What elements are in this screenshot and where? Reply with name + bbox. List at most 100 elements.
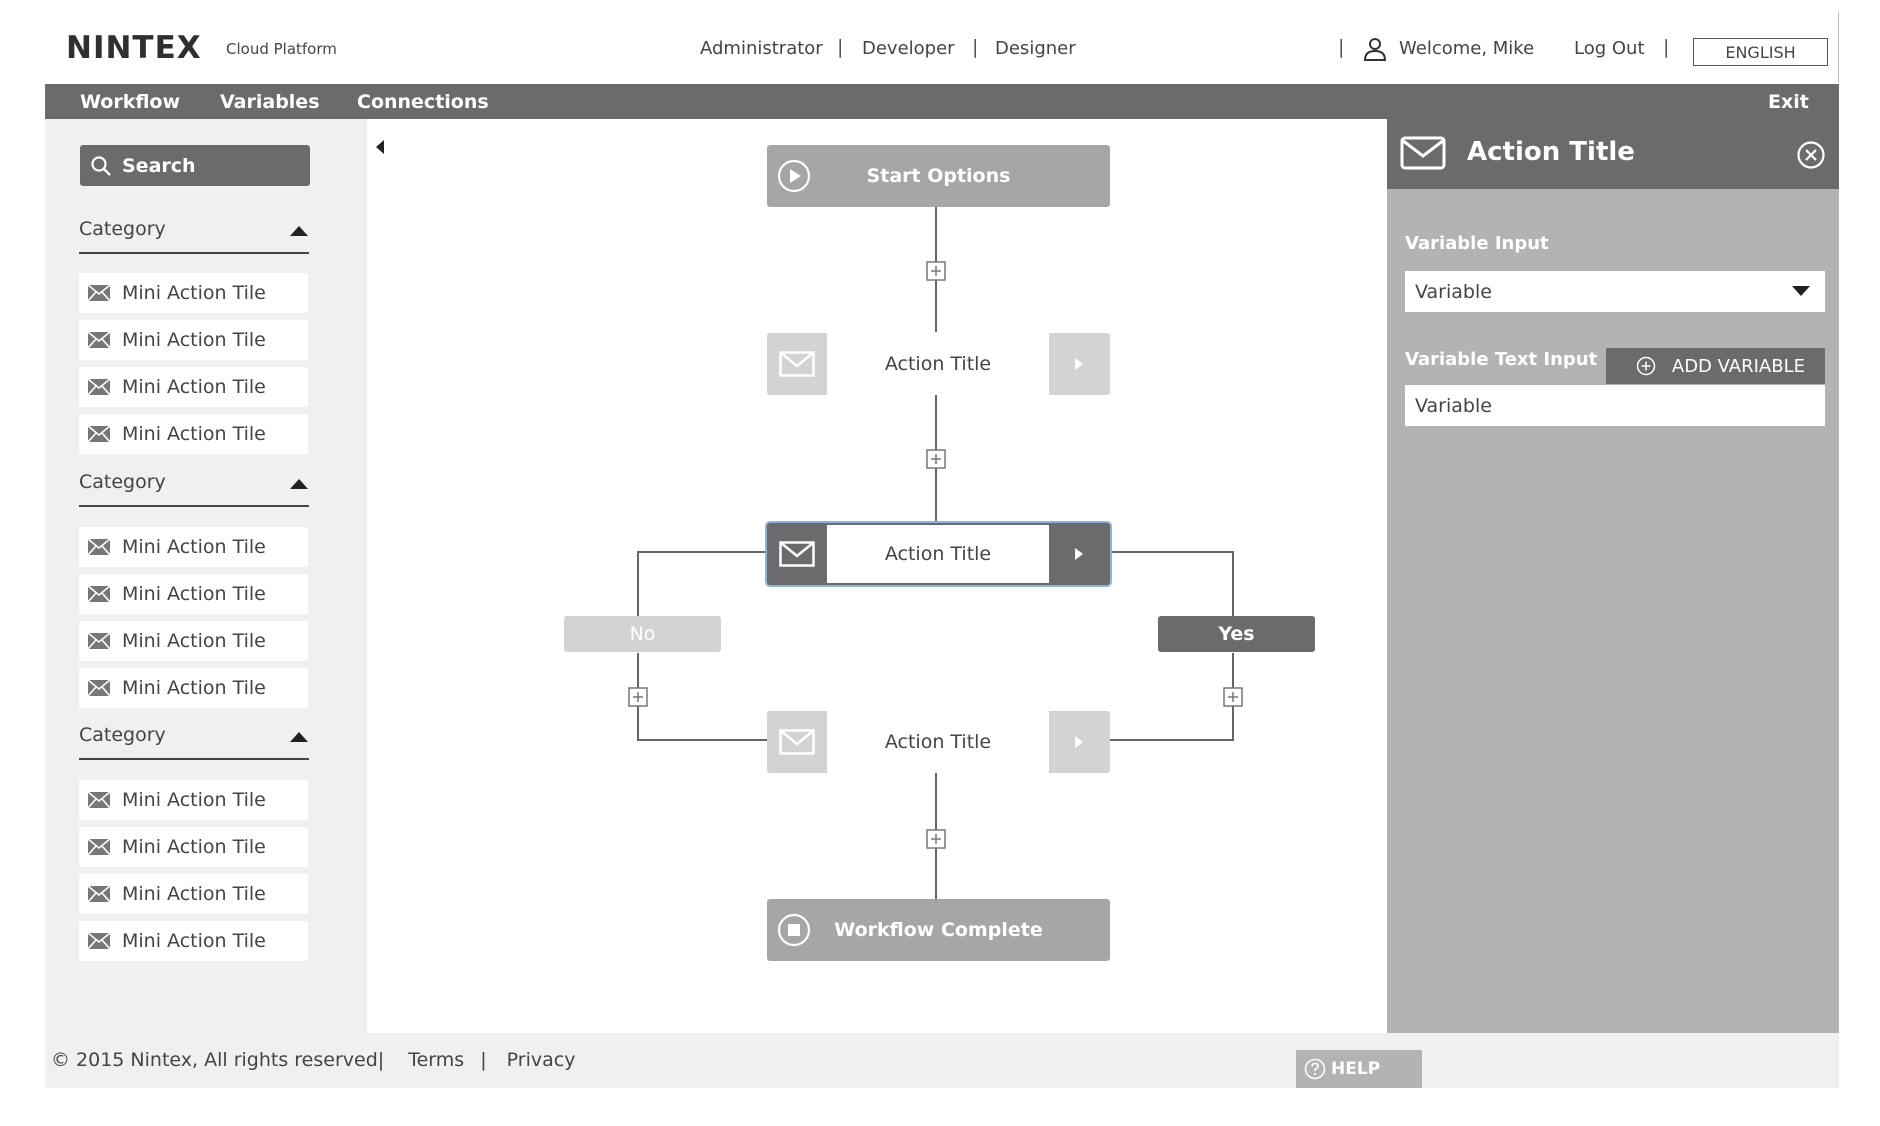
expand-arrow-icon[interactable]: [1072, 734, 1086, 750]
envelope-icon: [88, 426, 110, 442]
envelope-icon: [88, 285, 110, 301]
category-header[interactable]: Category: [79, 218, 166, 240]
search-input[interactable]: Search: [80, 145, 310, 186]
collapse-triangle-icon[interactable]: [290, 732, 308, 742]
nav-separator: |: [1338, 36, 1345, 58]
add-step-icon[interactable]: [926, 829, 946, 849]
envelope-icon: [88, 586, 110, 602]
expand-arrow-icon[interactable]: [1072, 356, 1086, 372]
variable-text-label: Variable Text Input: [1405, 349, 1598, 370]
mini-action-tile[interactable]: Mini Action Tile: [79, 574, 308, 614]
add-step-icon[interactable]: [628, 687, 648, 707]
mini-action-tile[interactable]: Mini Action Tile: [79, 527, 308, 567]
envelope-icon: [779, 729, 815, 755]
add-step-icon[interactable]: [926, 449, 946, 469]
mini-action-tile[interactable]: Mini Action Tile: [79, 780, 308, 820]
tile-label: Mini Action Tile: [122, 930, 266, 952]
mini-action-tile[interactable]: Mini Action Tile: [79, 320, 308, 360]
mini-action-tile[interactable]: Mini Action Tile: [79, 621, 308, 661]
envelope-icon: [88, 792, 110, 808]
plus-circle-icon: [1636, 356, 1656, 376]
collapse-triangle-icon[interactable]: [290, 226, 308, 236]
mini-action-tile[interactable]: Mini Action Tile: [79, 921, 308, 961]
start-options-node[interactable]: Start Options: [767, 145, 1110, 207]
tile-label: Mini Action Tile: [122, 583, 266, 605]
expand-arrow-icon[interactable]: [1072, 546, 1086, 562]
branch-yes-label[interactable]: Yes: [1158, 616, 1315, 652]
menu-variables[interactable]: Variables: [220, 91, 320, 113]
mini-action-tile[interactable]: Mini Action Tile: [79, 273, 308, 313]
footer-separator: |: [480, 1049, 487, 1071]
nintex-logo: NINTEX: [66, 30, 202, 66]
action-node-selected[interactable]: Action Title: [767, 523, 1110, 585]
envelope-icon: [88, 933, 110, 949]
workflow-complete-label: Workflow Complete: [834, 919, 1043, 941]
envelope-icon: [1400, 136, 1446, 170]
tile-label: Mini Action Tile: [122, 329, 266, 351]
nav-designer[interactable]: Designer: [995, 38, 1076, 59]
logout-link[interactable]: Log Out: [1574, 38, 1645, 59]
nav-administrator[interactable]: Administrator: [700, 38, 823, 59]
tile-label: Mini Action Tile: [122, 883, 266, 905]
tile-label: Mini Action Tile: [122, 536, 266, 558]
mini-action-tile[interactable]: Mini Action Tile: [79, 668, 308, 708]
variable-select[interactable]: Variable: [1405, 271, 1825, 312]
nav-developer[interactable]: Developer: [862, 38, 955, 59]
search-icon: [91, 156, 111, 176]
terms-link[interactable]: Terms: [408, 1049, 464, 1071]
envelope-icon: [88, 839, 110, 855]
category-header[interactable]: Category: [79, 471, 166, 493]
tile-label: Mini Action Tile: [122, 677, 266, 699]
tile-label: Mini Action Tile: [122, 282, 266, 304]
category-divider: [79, 758, 309, 760]
help-button[interactable]: HELP: [1296, 1050, 1422, 1088]
add-variable-button[interactable]: ADD VARIABLE: [1606, 348, 1825, 384]
category-divider: [79, 505, 309, 507]
mini-action-tile[interactable]: Mini Action Tile: [79, 827, 308, 867]
add-step-icon[interactable]: [926, 261, 946, 281]
action-title: Action Title: [884, 543, 992, 565]
mini-action-tile[interactable]: Mini Action Tile: [79, 874, 308, 914]
envelope-icon: [88, 332, 110, 348]
start-options-label: Start Options: [866, 165, 1011, 187]
category-header[interactable]: Category: [79, 724, 166, 746]
header-divider: [1838, 12, 1839, 82]
action-node[interactable]: Action Title: [767, 333, 1110, 395]
tile-label: Mini Action Tile: [122, 630, 266, 652]
envelope-icon: [88, 680, 110, 696]
nav-separator: |: [1663, 36, 1670, 58]
tile-label: Mini Action Tile: [122, 789, 266, 811]
nav-separator: |: [972, 36, 979, 58]
variable-text-input[interactable]: Variable: [1405, 385, 1825, 426]
mini-action-tile[interactable]: Mini Action Tile: [79, 367, 308, 407]
collapse-triangle-icon[interactable]: [290, 479, 308, 489]
envelope-icon: [779, 351, 815, 377]
tile-label: Mini Action Tile: [122, 836, 266, 858]
privacy-link[interactable]: Privacy: [507, 1049, 576, 1071]
workflow-complete-node[interactable]: Workflow Complete: [767, 899, 1110, 961]
branch-no-label[interactable]: No: [564, 616, 721, 652]
action-title: Action Title: [884, 353, 992, 375]
menu-workflow[interactable]: Workflow: [80, 91, 180, 113]
properties-panel: [1387, 119, 1839, 1033]
menu-connections[interactable]: Connections: [357, 91, 489, 113]
help-label: HELP: [1331, 1059, 1381, 1079]
action-title: Action Title: [884, 731, 992, 753]
language-button[interactable]: ENGLISH: [1693, 38, 1828, 66]
user-icon: [1363, 38, 1387, 61]
envelope-icon: [88, 539, 110, 555]
action-node[interactable]: Action Title: [767, 711, 1110, 773]
envelope-icon: [88, 633, 110, 649]
exit-button[interactable]: Exit: [1768, 91, 1809, 113]
chevron-down-icon[interactable]: [1792, 286, 1810, 296]
mini-action-tile[interactable]: Mini Action Tile: [79, 414, 308, 454]
tile-label: Mini Action Tile: [122, 423, 266, 445]
help-icon: [1304, 1058, 1326, 1080]
action-node-body: Action Title: [827, 525, 1049, 583]
welcome-text: Welcome, Mike: [1399, 38, 1535, 59]
close-icon[interactable]: [1796, 140, 1826, 170]
category-divider: [79, 252, 309, 254]
add-step-icon[interactable]: [1223, 687, 1243, 707]
panel-title: Action Title: [1467, 137, 1635, 167]
variable-input-label: Variable Input: [1405, 233, 1549, 254]
